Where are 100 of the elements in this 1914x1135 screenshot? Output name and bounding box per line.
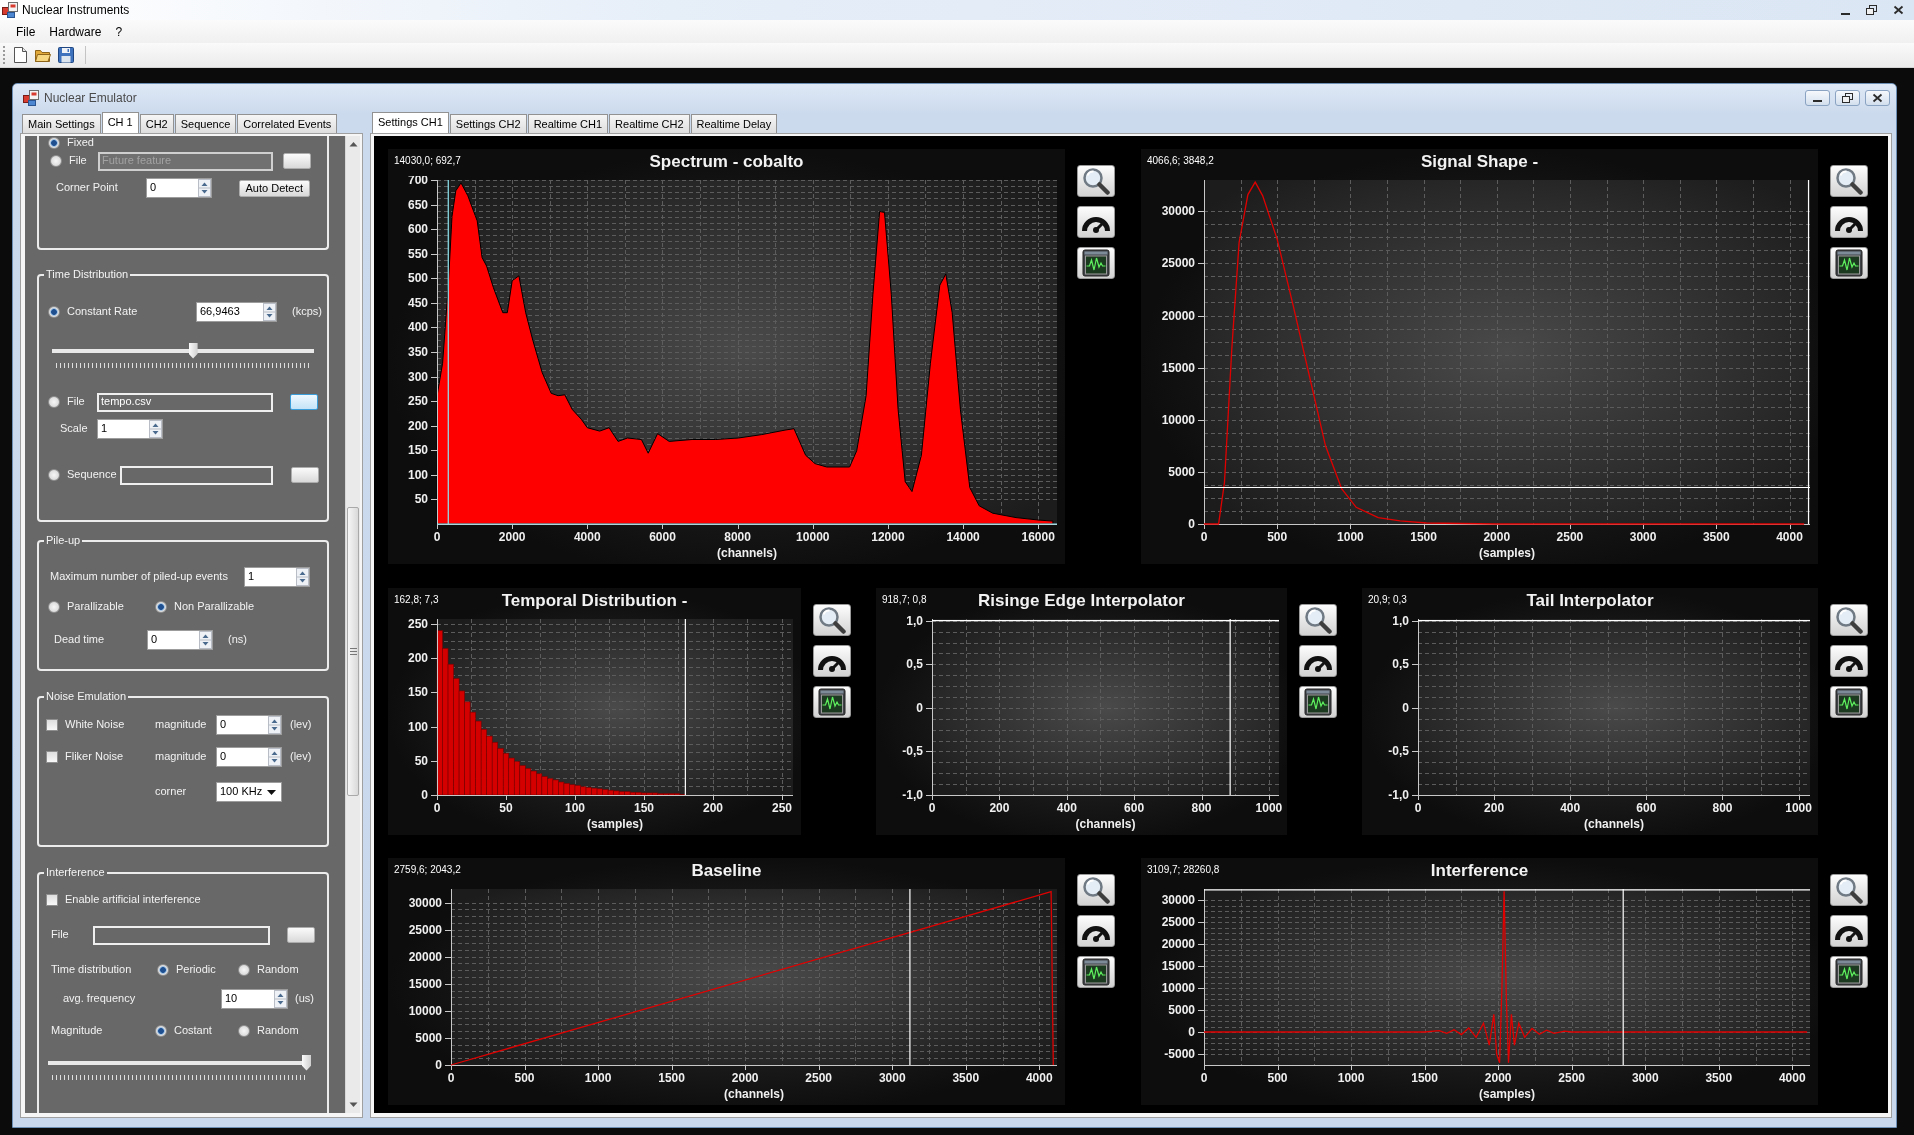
axis-tick-label: 20000 bbox=[1161, 937, 1195, 951]
axis-tick-label: 400 bbox=[407, 320, 428, 335]
gauge-button[interactable] bbox=[1830, 645, 1868, 677]
text-field[interactable] bbox=[93, 925, 270, 945]
zoom-button[interactable] bbox=[1299, 604, 1337, 636]
radio-button[interactable]: File bbox=[48, 395, 85, 409]
spin-arrows-icon[interactable] bbox=[268, 716, 281, 734]
spin-arrows-icon[interactable] bbox=[296, 568, 309, 586]
waveform-button[interactable] bbox=[1299, 686, 1337, 718]
tab[interactable]: CH 1 bbox=[101, 112, 139, 133]
radio-button[interactable]: Fixed bbox=[48, 136, 94, 150]
gauge-button[interactable] bbox=[813, 645, 851, 677]
waveform-button[interactable] bbox=[1830, 956, 1868, 988]
close-icon[interactable] bbox=[1893, 5, 1904, 15]
restore-icon[interactable] bbox=[1866, 5, 1877, 15]
spin-box[interactable]: 0 bbox=[216, 715, 282, 735]
radio-button[interactable]: Periodic bbox=[157, 963, 216, 977]
tab[interactable]: Realtime CH2 bbox=[609, 114, 690, 133]
radio-icon[interactable] bbox=[50, 155, 62, 167]
gauge-button[interactable] bbox=[1830, 915, 1868, 947]
close-button[interactable] bbox=[1865, 90, 1890, 106]
spin-box[interactable]: 0 bbox=[147, 630, 213, 650]
radio-button[interactable]: Non Parallizable bbox=[155, 600, 255, 614]
checkbox[interactable]: Fliker Noise bbox=[46, 750, 124, 764]
push-button[interactable]: Auto Detect bbox=[238, 179, 310, 197]
gauge-button[interactable] bbox=[1077, 206, 1115, 238]
checkbox-icon[interactable] bbox=[46, 719, 58, 731]
radio-icon[interactable] bbox=[48, 137, 60, 149]
dropdown[interactable]: 100 KHz bbox=[216, 782, 282, 802]
menu-item[interactable]: ? bbox=[108, 23, 130, 40]
zoom-button[interactable] bbox=[1077, 165, 1115, 197]
zoom-button[interactable] bbox=[1077, 874, 1115, 906]
scrollbar[interactable] bbox=[345, 136, 360, 1113]
waveform-button[interactable] bbox=[813, 686, 851, 718]
browse-button[interactable] bbox=[290, 394, 318, 410]
field-label: Scale bbox=[60, 422, 88, 436]
tab[interactable]: Realtime Delay bbox=[690, 114, 778, 133]
radio-icon[interactable] bbox=[155, 1025, 167, 1037]
radio-button[interactable]: File bbox=[50, 154, 87, 168]
tab[interactable]: Correlated Events bbox=[237, 114, 338, 133]
spin-arrows-icon[interactable] bbox=[199, 631, 212, 649]
waveform-button[interactable] bbox=[1077, 956, 1115, 988]
tab[interactable]: Main Settings bbox=[22, 114, 101, 133]
radio-icon[interactable] bbox=[238, 1025, 250, 1037]
zoom-button[interactable] bbox=[1830, 874, 1868, 906]
radio-icon[interactable] bbox=[155, 601, 167, 613]
radio-button[interactable]: Parallizable bbox=[48, 600, 124, 614]
radio-icon[interactable] bbox=[48, 306, 60, 318]
gauge-button[interactable] bbox=[1077, 915, 1115, 947]
radio-icon[interactable] bbox=[48, 396, 60, 408]
axis-tick-label: 600 bbox=[407, 222, 428, 237]
scrollbar-thumb[interactable] bbox=[347, 507, 359, 796]
checkbox[interactable]: White Noise bbox=[46, 718, 125, 732]
spin-box[interactable]: 1 bbox=[244, 567, 310, 587]
zoom-button[interactable] bbox=[1830, 604, 1868, 636]
checkbox-icon[interactable] bbox=[46, 751, 58, 763]
spin-box[interactable]: 66,9463 bbox=[196, 302, 277, 322]
slider-thumb[interactable] bbox=[188, 342, 198, 359]
waveform-button[interactable] bbox=[1830, 247, 1868, 279]
radio-button[interactable]: Random bbox=[238, 963, 299, 977]
radio-button[interactable]: Random bbox=[238, 1024, 299, 1038]
spin-box[interactable]: 0 bbox=[146, 178, 212, 198]
gauge-button[interactable] bbox=[1299, 645, 1337, 677]
axis-tick-label: 10000 bbox=[1161, 981, 1195, 995]
tab[interactable]: Settings CH1 bbox=[372, 112, 449, 133]
text-field[interactable]: tempo.csv bbox=[97, 392, 273, 412]
waveform-button[interactable] bbox=[1830, 686, 1868, 718]
spin-arrows-icon[interactable] bbox=[263, 303, 276, 321]
spin-box[interactable]: 0 bbox=[216, 747, 282, 767]
checkbox[interactable]: Enable artificial interference bbox=[46, 893, 201, 907]
radio-button[interactable]: Sequence bbox=[48, 468, 117, 482]
spin-box[interactable]: 10 bbox=[221, 989, 288, 1009]
spin-arrows-icon[interactable] bbox=[274, 990, 287, 1008]
restore-button[interactable] bbox=[1835, 90, 1860, 106]
spin-arrows-icon[interactable] bbox=[149, 420, 162, 438]
slider-thumb[interactable] bbox=[302, 1054, 311, 1071]
radio-icon[interactable] bbox=[157, 964, 169, 976]
tab[interactable]: CH2 bbox=[139, 114, 174, 133]
folder-icon[interactable] bbox=[35, 47, 51, 63]
zoom-button[interactable] bbox=[1830, 165, 1868, 197]
waveform-button[interactable] bbox=[1077, 247, 1115, 279]
spin-arrows-icon[interactable] bbox=[198, 179, 211, 197]
gauge-button[interactable] bbox=[1830, 206, 1868, 238]
menu-item[interactable]: Hardware bbox=[42, 23, 109, 40]
radio-icon[interactable] bbox=[48, 601, 60, 613]
radio-button[interactable]: Constant Rate bbox=[48, 305, 138, 319]
radio-icon[interactable] bbox=[238, 964, 250, 976]
tab[interactable]: Realtime CH1 bbox=[527, 114, 609, 133]
tab[interactable]: Sequence bbox=[174, 114, 237, 133]
menu-item[interactable]: File bbox=[9, 23, 43, 40]
checkbox-icon[interactable] bbox=[46, 894, 58, 906]
radio-icon[interactable] bbox=[48, 469, 60, 481]
text-field[interactable] bbox=[120, 465, 273, 485]
tab[interactable]: Settings CH2 bbox=[449, 114, 527, 133]
spin-arrows-icon[interactable] bbox=[268, 748, 281, 766]
zoom-button[interactable] bbox=[813, 604, 851, 636]
blank-page-icon[interactable] bbox=[12, 47, 28, 63]
spin-box[interactable]: 1 bbox=[97, 419, 163, 439]
radio-button[interactable]: Costant bbox=[155, 1024, 212, 1038]
minimize-button[interactable] bbox=[1805, 90, 1830, 106]
